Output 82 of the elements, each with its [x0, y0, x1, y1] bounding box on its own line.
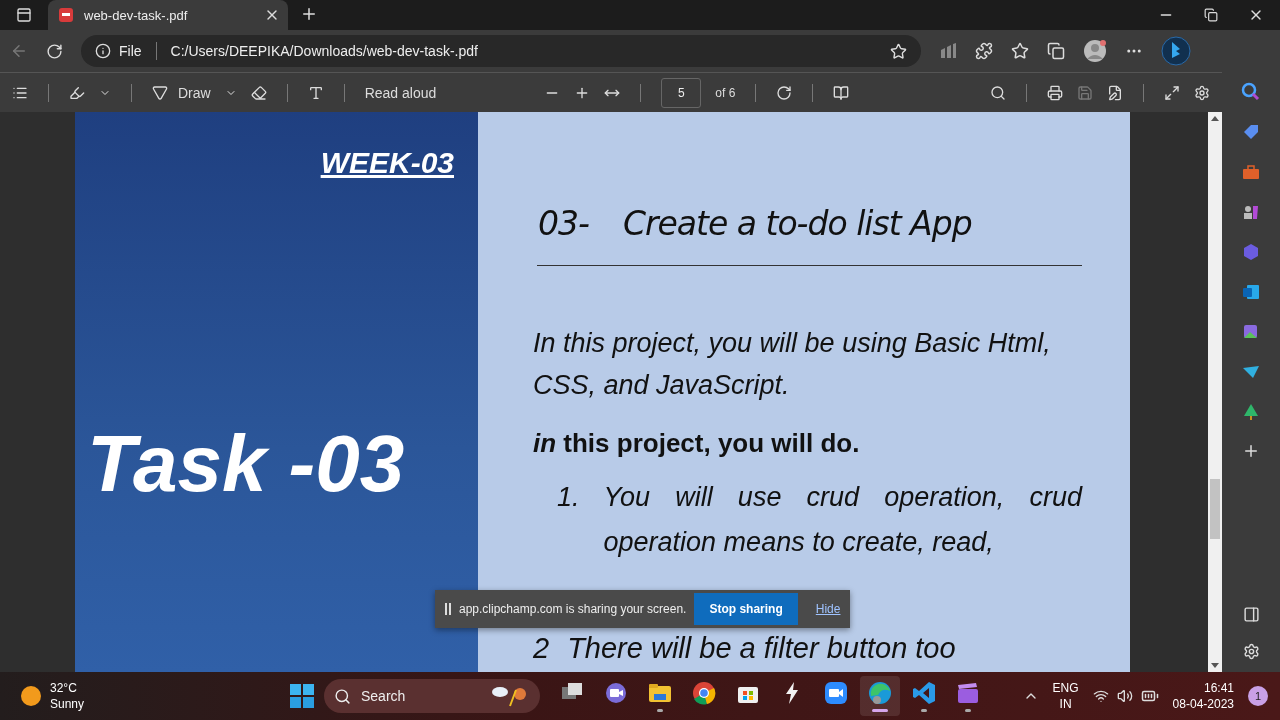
browser-icon	[692, 680, 716, 705]
pdf-file-icon	[58, 7, 74, 23]
search-icon[interactable]	[990, 84, 1006, 101]
scroll-up-icon[interactable]	[1211, 116, 1219, 121]
search-icon	[334, 687, 351, 705]
back-icon[interactable]	[10, 42, 28, 60]
scroll-down-icon[interactable]	[1211, 663, 1219, 668]
scheme-label: File	[119, 43, 142, 59]
text-box-icon[interactable]	[307, 84, 324, 101]
sun-icon	[20, 685, 42, 707]
lead-sentence: in this project, you will do.	[533, 428, 861, 459]
task-title: Task -03	[87, 418, 405, 510]
language-indicator[interactable]: ENG IN	[1052, 680, 1079, 712]
windows-logo-icon[interactable]	[290, 684, 314, 708]
time-text: 16:41	[1203, 680, 1234, 696]
search-icon[interactable]	[1241, 82, 1261, 102]
highlighter-icon[interactable]	[69, 84, 85, 101]
code-editor-icon	[912, 680, 936, 705]
settings-icon[interactable]	[1242, 643, 1260, 660]
draw-button[interactable]: Draw	[152, 84, 211, 101]
share-message: app.clipchamp.com is sharing your screen.	[459, 602, 687, 616]
tab-title: web-dev-task-.pdf	[84, 7, 188, 23]
print-icon[interactable]	[1047, 84, 1063, 101]
refresh-icon[interactable]	[46, 42, 63, 60]
week-title: WEEK-03	[320, 146, 454, 180]
read-aloud-button[interactable]: Read aloud	[364, 84, 437, 101]
toolbox-icon[interactable]	[1241, 162, 1261, 182]
save-as-icon[interactable]	[1107, 84, 1123, 101]
add-icon[interactable]	[1242, 442, 1260, 460]
restore-icon[interactable]	[1204, 7, 1218, 23]
list-item-text: You will use crud operation, crud operation means to create, read,	[603, 481, 1082, 559]
star-plus-icon[interactable]	[890, 42, 907, 60]
taskbar-app[interactable]	[860, 676, 900, 716]
clapperboard-icon	[956, 680, 980, 705]
notification-count[interactable]: 1	[1248, 686, 1268, 706]
avatar-icon[interactable]	[1083, 39, 1107, 63]
collections-icon[interactable]	[1047, 42, 1065, 60]
scrollbar[interactable]	[1208, 112, 1222, 672]
page-view-icon[interactable]	[833, 84, 850, 101]
address-bar[interactable]: File C:/Users/DEEPIKA/Downloads/web-dev-task-.pdf	[81, 35, 921, 67]
favorites-icon[interactable]	[1011, 42, 1029, 60]
page-count: of 6	[715, 85, 736, 100]
b-logo-icon[interactable]	[1161, 36, 1191, 66]
language-code: ENG	[1052, 680, 1079, 696]
new-tab-icon[interactable]	[300, 5, 318, 23]
eraser-icon[interactable]	[250, 84, 267, 101]
hide-link[interactable]: Hide	[815, 602, 841, 616]
list-item-text: There will be a filter button too	[567, 631, 957, 666]
temperature: 32°C	[50, 680, 77, 696]
tree-icon[interactable]	[1241, 402, 1261, 422]
region-code: IN	[1059, 696, 1072, 712]
weather-condition: Sunny	[50, 696, 85, 712]
intro-paragraph: In this project, you will be using Basic Html, CSS, and JavaScript.	[533, 327, 1052, 402]
pen-tip-icon	[152, 84, 168, 101]
heading-number: 03-	[538, 204, 589, 243]
volume-icon[interactable]	[1116, 687, 1133, 705]
save-icon[interactable]	[1077, 84, 1093, 101]
page-number-field[interactable]: 5	[661, 77, 702, 108]
browser-tab[interactable]: web-dev-task-.pdf	[48, 0, 288, 30]
rotate-icon[interactable]	[776, 84, 793, 101]
stop-sharing-button[interactable]: Stop sharing	[694, 593, 798, 625]
page-heading: Create a to-do list App	[622, 204, 972, 243]
fullscreen-icon[interactable]	[1164, 84, 1180, 101]
sidebar-toggle-icon[interactable]	[1242, 606, 1260, 623]
video-chat-icon	[604, 680, 628, 705]
taskbar-search-field[interactable]: Search	[324, 679, 540, 713]
puzzle-icon[interactable]	[975, 42, 993, 60]
date-text: 08-04-2023	[1172, 696, 1234, 712]
scrollbar-thumb[interactable]	[1210, 479, 1220, 539]
search-placeholder: Search	[361, 688, 406, 704]
info-icon	[95, 43, 111, 59]
chart-icon[interactable]	[939, 42, 957, 60]
pause-icon	[445, 603, 451, 615]
list-number: 1.	[557, 481, 580, 514]
mail-app-icon[interactable]	[1241, 282, 1261, 302]
url-text: C:/Users/DEEPIKA/Downloads/web-dev-task-.pdf	[170, 43, 478, 59]
clock[interactable]: 16:41 08-04-2023	[1172, 680, 1234, 712]
list-number: 2	[533, 631, 550, 666]
wave-logo-icon	[868, 680, 892, 705]
tab-actions-icon[interactable]	[16, 7, 32, 23]
settings-icon[interactable]	[1194, 84, 1210, 101]
video-camera-icon	[824, 680, 848, 705]
